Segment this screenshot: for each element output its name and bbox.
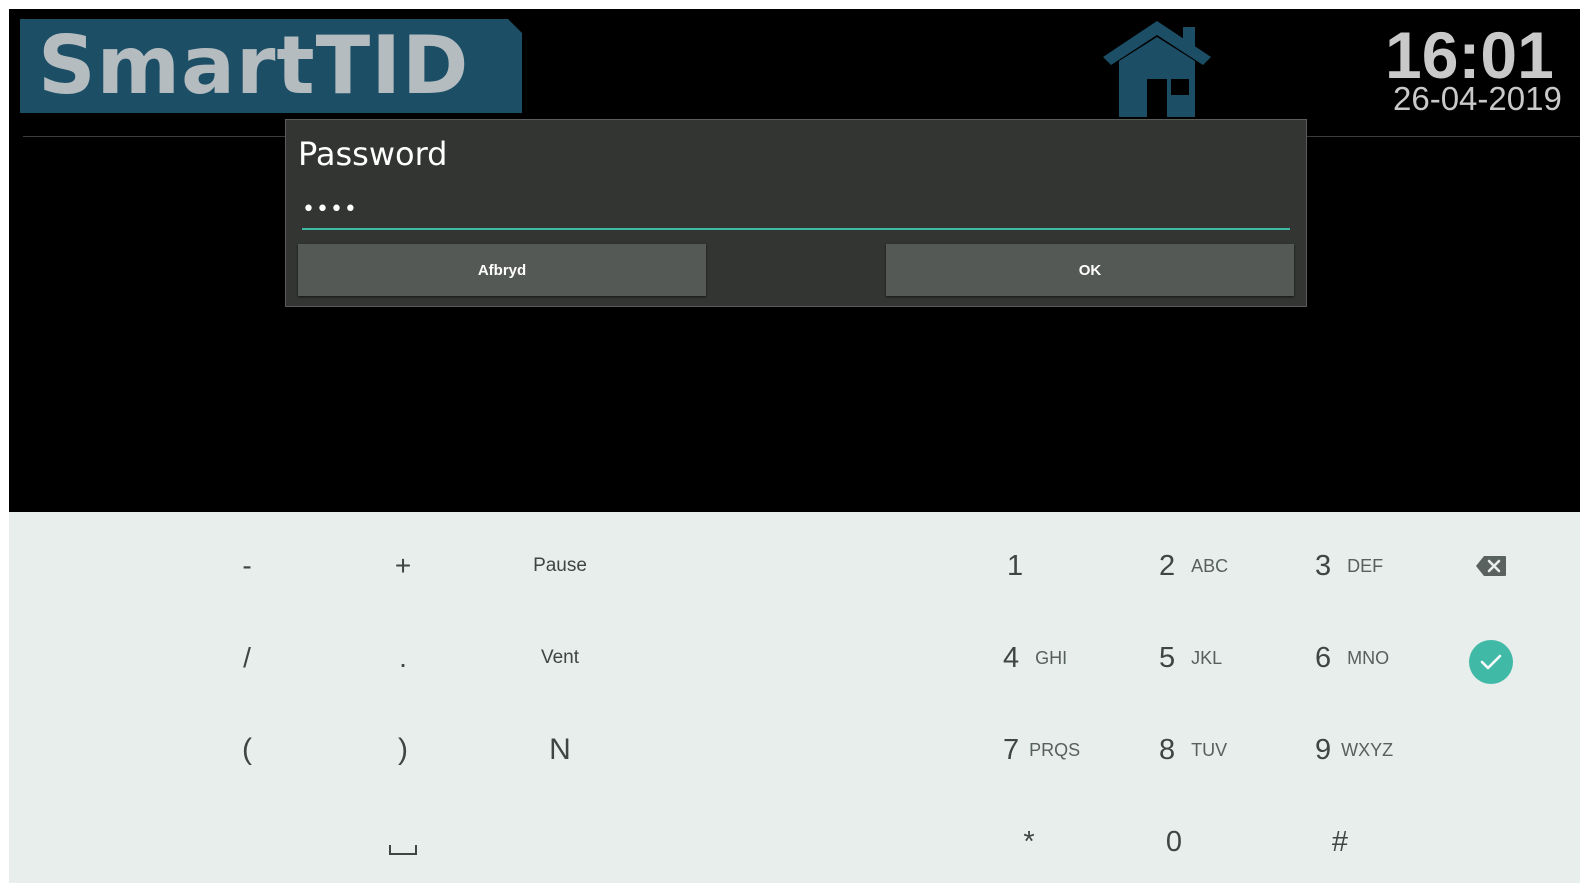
key-plus[interactable]: + [343, 536, 463, 596]
smarttid-logo: SmartTID [20, 19, 522, 113]
dialog-title: Password [298, 135, 448, 173]
key-1[interactable]: 1 [969, 536, 1069, 596]
logo-text: SmartTID [38, 19, 470, 112]
key-4[interactable]: 4 GHI [1003, 628, 1123, 688]
clock-date: 26-04-2019 [1393, 80, 1562, 117]
key-wait[interactable]: Vent [489, 628, 631, 688]
done-key[interactable] [1461, 632, 1521, 692]
key-0[interactable]: 0 [1119, 812, 1229, 872]
ok-button[interactable]: OK [886, 244, 1294, 296]
space-key[interactable] [343, 820, 463, 880]
space-bar-icon [389, 845, 417, 855]
key-9[interactable]: 9 WXYZ [1315, 720, 1435, 780]
key-hash[interactable]: # [1285, 812, 1395, 872]
checkmark-icon [1469, 640, 1513, 684]
key-pause[interactable]: Pause [489, 536, 631, 596]
key-slash[interactable]: / [187, 628, 307, 688]
key-n[interactable]: N [489, 720, 631, 780]
key-3[interactable]: 3 DEF [1315, 536, 1425, 596]
backspace-icon [1476, 556, 1506, 576]
key-8[interactable]: 8 TUV [1159, 720, 1269, 780]
password-input[interactable]: •••• [302, 196, 1290, 230]
key-2[interactable]: 2 ABC [1159, 536, 1269, 596]
cancel-button[interactable]: Afbryd [298, 244, 706, 296]
key-star[interactable]: * [969, 812, 1089, 872]
key-period[interactable]: . [343, 628, 463, 688]
key-5[interactable]: 5 JKL [1159, 628, 1269, 688]
password-dialog: Password •••• Afbryd OK [285, 119, 1307, 307]
home-icon[interactable] [1099, 21, 1215, 117]
key-paren-open[interactable]: ( [187, 720, 307, 780]
app-screen: SmartTID 16:01 26-04-2019 Password •••• … [9, 9, 1580, 883]
backspace-key[interactable] [1461, 536, 1521, 596]
key-paren-close[interactable]: ) [343, 720, 463, 780]
numeric-keyboard: - + Pause 1 2 ABC 3 DEF / . Vent 4 GHI 5 JKL [9, 512, 1580, 883]
key-7[interactable]: 7 PRQS [1003, 720, 1133, 780]
password-value: •••• [302, 197, 358, 222]
clock-time: 16:01 [1385, 18, 1554, 92]
key-6[interactable]: 6 MNO [1315, 628, 1425, 688]
key-minus[interactable]: - [187, 536, 307, 596]
